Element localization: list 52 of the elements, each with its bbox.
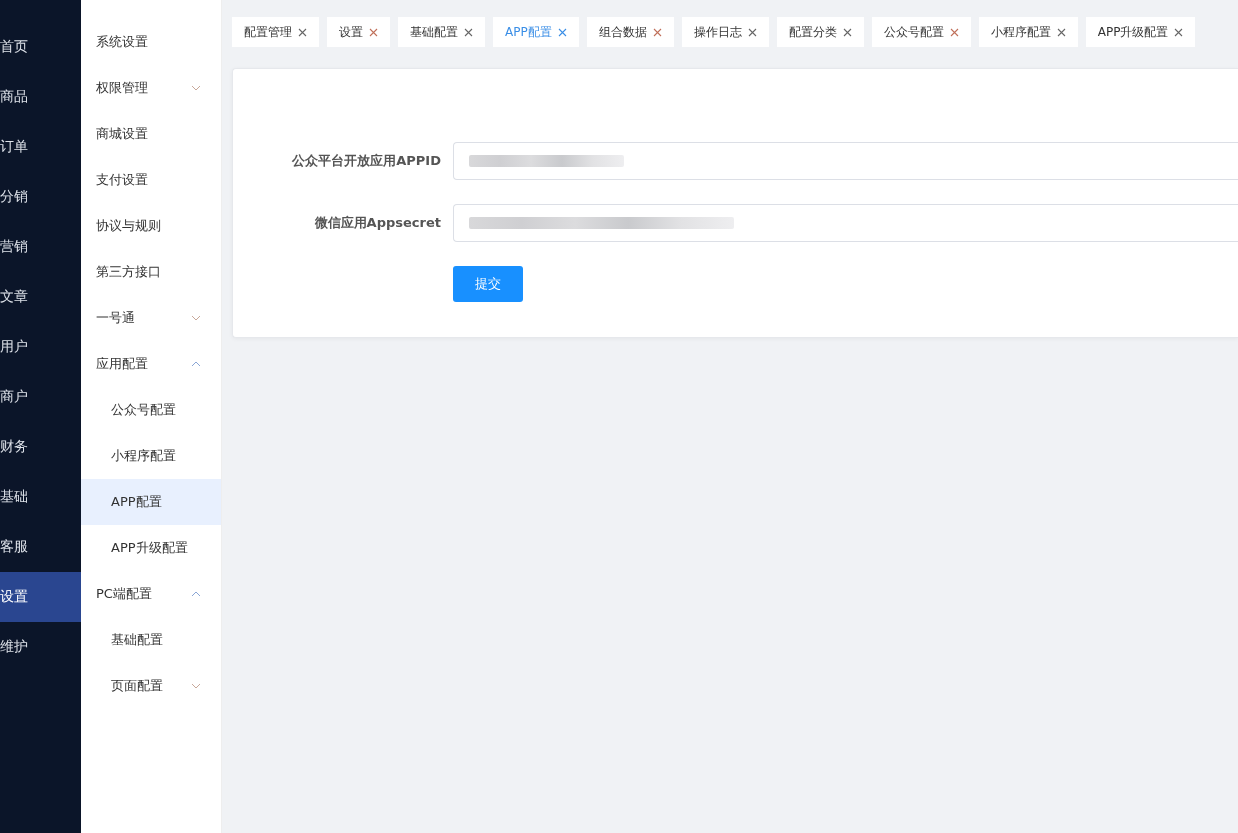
tab[interactable]: 配置管理 (232, 17, 319, 47)
menu-item[interactable]: 设置 (0, 572, 81, 622)
close-icon[interactable] (464, 27, 473, 37)
tab[interactable]: 基础配置 (398, 17, 485, 47)
menu-item[interactable]: 客服 (0, 522, 81, 572)
menu-item[interactable]: 营销 (0, 222, 81, 272)
menu-item[interactable]: 首页 (0, 22, 81, 72)
menu-item[interactable]: 订单 (0, 122, 81, 172)
close-icon[interactable] (369, 27, 378, 37)
submenu-item[interactable]: 小程序配置 (81, 433, 221, 479)
submenu-item[interactable]: 基础配置 (81, 617, 221, 663)
tab[interactable]: 配置分类 (776, 17, 864, 47)
submenu-item[interactable]: 页面配置 (81, 663, 221, 709)
field-label: 公众平台开放应用APPID (291, 152, 442, 170)
submenu-item[interactable]: PC端配置 (81, 571, 221, 617)
menu-item[interactable]: 分销 (0, 172, 81, 222)
close-icon[interactable] (1056, 27, 1066, 37)
tab[interactable]: 公众号配置 (871, 17, 971, 47)
menu-item[interactable]: 财务 (0, 422, 81, 472)
menu-item[interactable]: 用户 (0, 322, 81, 372)
close-icon[interactable] (1174, 27, 1184, 37)
submenu-item[interactable]: 商城设置 (81, 111, 221, 157)
submenu-item[interactable]: 第三方接口 (81, 249, 221, 295)
field-label: 微信应用Appsecret (313, 214, 442, 232)
submenu-item[interactable]: 应用配置 (81, 341, 221, 387)
submenu-item[interactable]: 公众号配置 (81, 387, 221, 433)
menu-item[interactable]: 文章 (0, 272, 81, 322)
submenu-item[interactable]: APP配置 (81, 479, 221, 525)
submenu-item[interactable]: APP升级配置 (81, 525, 221, 571)
submenu-item[interactable]: 支付设置 (81, 157, 221, 203)
menu-item[interactable]: 基础 (0, 472, 81, 522)
tab[interactable]: 操作日志 (681, 17, 769, 47)
menu-item[interactable]: 商品 (0, 72, 81, 122)
input-field[interactable] (453, 142, 1238, 180)
tab[interactable]: APP配置 (493, 17, 579, 47)
menu-item[interactable]: 维护 (0, 622, 81, 672)
menu-item[interactable]: 商户 (0, 372, 81, 422)
tab[interactable]: 小程序配置 (978, 17, 1078, 47)
submenu-item[interactable]: 协议与规则 (81, 203, 221, 249)
close-icon[interactable] (842, 27, 852, 37)
submenu-item[interactable]: 一号通 (81, 295, 221, 341)
tab[interactable]: APP升级配置 (1085, 17, 1196, 47)
tab[interactable]: 设置 (327, 17, 390, 47)
close-icon[interactable] (298, 27, 307, 37)
close-icon[interactable] (557, 27, 567, 37)
close-icon[interactable] (949, 27, 959, 37)
submenu-item[interactable]: 权限管理 (81, 65, 221, 111)
submenu-item[interactable]: 系统设置 (81, 19, 221, 65)
input-field[interactable] (453, 204, 1238, 242)
close-icon[interactable] (747, 27, 757, 37)
tab[interactable]: 组合数据 (586, 17, 674, 47)
close-icon[interactable] (652, 27, 662, 37)
